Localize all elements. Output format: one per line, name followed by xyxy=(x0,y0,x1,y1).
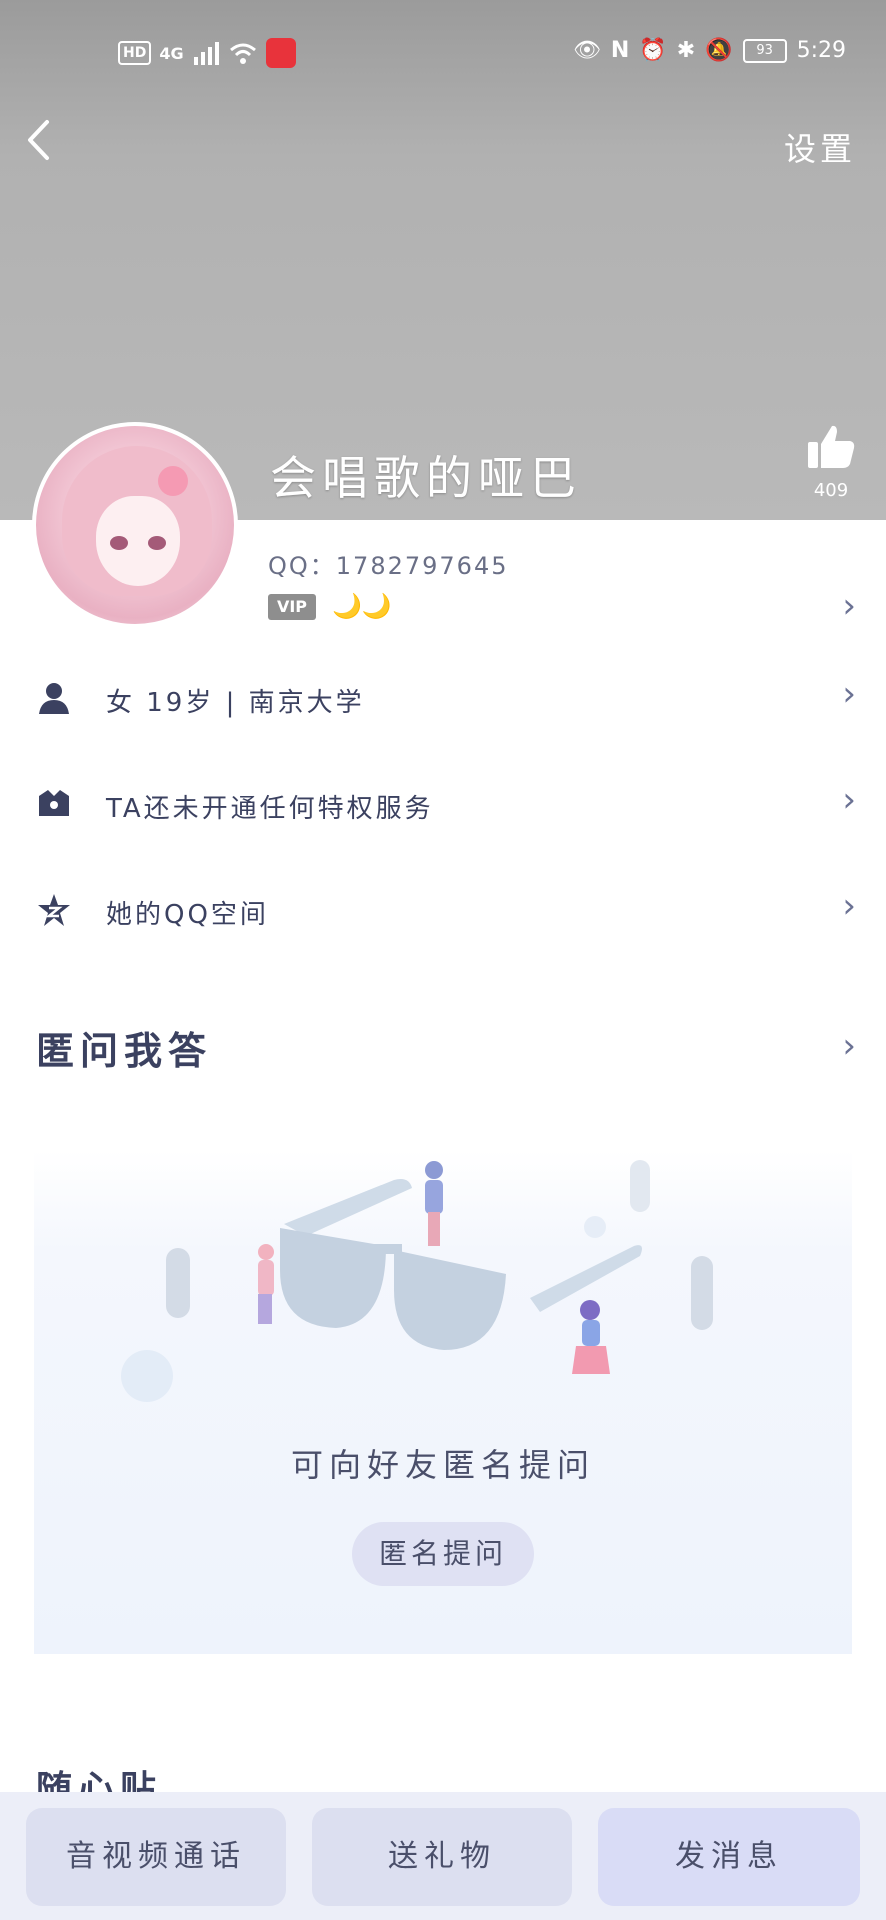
alarm-icon: ⏰ xyxy=(639,38,667,63)
send-message-button[interactable]: 发消息 xyxy=(598,1808,860,1906)
basic-info-text: 女 19岁 | 南京大学 xyxy=(106,688,365,718)
qa-section-title: 匿问我答 xyxy=(36,1029,213,1073)
qzone-row[interactable]: 她的QQ空间 › xyxy=(0,872,886,952)
status-right: 👁 N ⏰ ✱ 🔕 93 5:29 xyxy=(573,38,846,63)
avatar-face xyxy=(96,496,180,586)
sunglasses-illustration xyxy=(121,1160,713,1402)
eye-icon: 👁 xyxy=(572,38,601,63)
mute-bell-icon: 🔕 xyxy=(705,38,733,63)
qzone-star-icon xyxy=(38,894,70,926)
person-icon xyxy=(39,683,69,714)
privilege-text: TA还未开通任何特权服务 xyxy=(106,794,434,824)
bluetooth-icon: ✱ xyxy=(676,38,696,63)
chevron-right-icon: › xyxy=(842,674,856,714)
qq-value: 1782797645 xyxy=(335,552,509,580)
qq-number: QQ：1782797645 xyxy=(268,546,508,581)
wifi-icon xyxy=(229,43,256,64)
nickname: 会唱歌的哑巴 xyxy=(270,451,582,505)
qzone-text: 她的QQ空间 xyxy=(106,900,269,930)
chevron-right-icon: › xyxy=(842,886,856,926)
settings-button[interactable]: 设置 xyxy=(784,124,856,170)
chevron-left-icon xyxy=(28,120,49,160)
hd-indicator: HD xyxy=(118,41,152,65)
chevron-right-icon: › xyxy=(842,780,856,820)
anonymous-question-button[interactable]: 匿名提问 xyxy=(352,1522,534,1586)
qa-section-chevron[interactable]: › xyxy=(842,1026,856,1066)
thumbs-up-icon xyxy=(808,425,855,468)
level-moon-icons: 🌙🌙 xyxy=(332,592,392,620)
avatar-eye xyxy=(148,536,166,550)
huawei-app-icon xyxy=(265,38,296,68)
clock: 5:29 xyxy=(796,38,846,63)
profile-detail-chevron[interactable]: › xyxy=(842,586,856,626)
battery-indicator: 93 xyxy=(742,38,787,63)
back-button[interactable] xyxy=(18,118,58,168)
video-call-button[interactable]: 音视频通话 xyxy=(26,1808,286,1906)
status-bar: HD 4G 👁 N ⏰ ✱ 🔕 93 5:29 xyxy=(0,30,886,78)
avatar[interactable] xyxy=(32,422,238,628)
avatar-flower xyxy=(158,466,188,496)
crown-badge-icon xyxy=(39,790,69,816)
qa-empty-text: 可向好友匿名提问 xyxy=(290,1446,595,1484)
avatar-eye xyxy=(110,536,128,550)
status-left: HD 4G xyxy=(118,38,296,68)
basic-info-row[interactable]: 女 19岁 | 南京大学 › xyxy=(0,660,886,740)
nfc-icon: N xyxy=(610,38,630,63)
signal-icon xyxy=(193,42,219,65)
network-type: 4G xyxy=(159,43,184,63)
send-gift-button[interactable]: 送礼物 xyxy=(312,1808,572,1906)
like-count: 409 xyxy=(813,480,849,501)
qq-label: QQ： xyxy=(268,552,336,580)
privilege-row[interactable]: TA还未开通任何特权服务 › xyxy=(0,766,886,846)
vip-badge: VIP xyxy=(268,594,316,620)
like-button[interactable]: 409 xyxy=(804,422,858,501)
